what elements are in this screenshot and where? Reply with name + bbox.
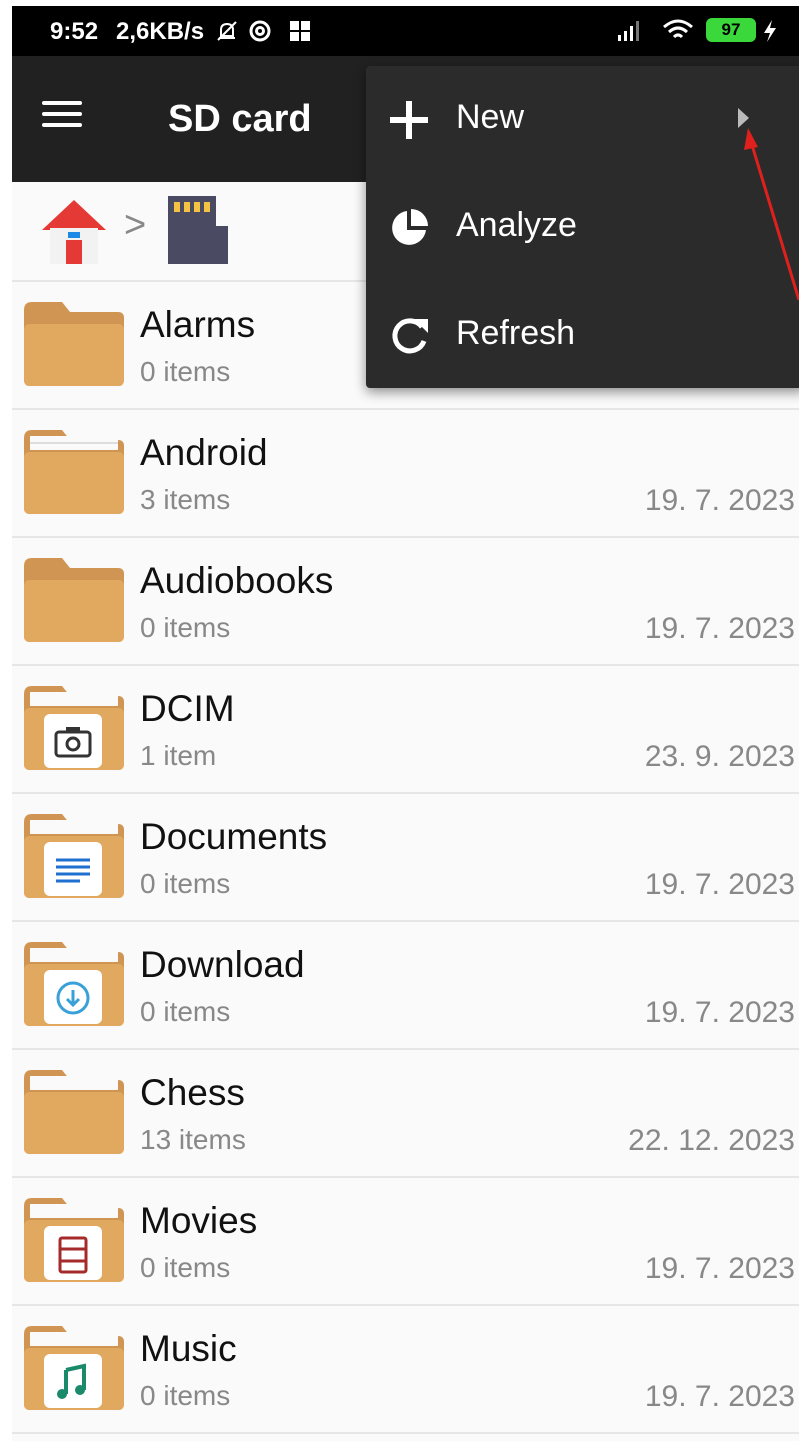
file-row[interactable]: Android 3 items 19. 7. 2023 bbox=[12, 410, 799, 538]
windows-icon bbox=[290, 21, 310, 41]
at-icon bbox=[249, 20, 271, 42]
menu-item-label: Analyze bbox=[456, 206, 577, 244]
file-item-count: 1 item bbox=[140, 740, 217, 771]
file-date: 22. 12. 2023 bbox=[628, 1124, 795, 1157]
menu-item-analyze[interactable]: Analyze bbox=[366, 174, 799, 280]
file-row[interactable]: Chess 13 items 22. 12. 2023 bbox=[12, 1050, 799, 1178]
file-name: Documents bbox=[140, 816, 328, 857]
file-item-count: 0 items bbox=[140, 1380, 231, 1411]
file-date: 19. 7. 2023 bbox=[644, 484, 795, 517]
file-item-count: 0 items bbox=[140, 996, 231, 1027]
file-item-count: 0 items bbox=[140, 1252, 231, 1283]
battery-icon: 97 bbox=[706, 18, 756, 42]
hamburger-menu-button[interactable] bbox=[42, 94, 86, 138]
menu-item-label: New bbox=[456, 98, 525, 136]
file-name: Chess bbox=[140, 1072, 245, 1113]
folder-icon bbox=[24, 686, 124, 770]
file-date: 19. 7. 2023 bbox=[644, 868, 795, 901]
phone-screen: 9:52 2,6KB/s 97 SD card > Alarms 0 items… bbox=[12, 6, 799, 1441]
file-row[interactable]: Music 0 items 19. 7. 2023 bbox=[12, 1306, 799, 1434]
file-name: Music bbox=[140, 1328, 237, 1369]
pie-chart-icon bbox=[392, 209, 428, 245]
menu-item-refresh[interactable]: Refresh bbox=[366, 282, 799, 388]
file-name: Download bbox=[140, 944, 305, 985]
menu-item-label: Refresh bbox=[456, 314, 576, 352]
breadcrumb-separator: > bbox=[124, 204, 147, 246]
file-name: DCIM bbox=[140, 688, 235, 729]
folder-icon bbox=[24, 1326, 124, 1410]
folder-icon bbox=[24, 1070, 124, 1154]
battery-level: 97 bbox=[721, 20, 741, 39]
file-date: 23. 9. 2023 bbox=[644, 740, 795, 773]
folder-icon bbox=[24, 942, 124, 1026]
status-bar: 9:52 2,6KB/s 97 bbox=[12, 6, 799, 56]
folder-icon bbox=[24, 430, 124, 514]
file-item-count: 0 items bbox=[140, 868, 231, 899]
file-item-count: 0 items bbox=[140, 356, 231, 387]
refresh-icon bbox=[392, 318, 428, 354]
file-item-count: 0 items bbox=[140, 612, 231, 643]
bell-off-icon bbox=[217, 21, 237, 41]
plus-icon bbox=[390, 101, 428, 139]
status-time: 9:52 bbox=[50, 18, 99, 45]
file-row[interactable]: Download 0 items 19. 7. 2023 bbox=[12, 922, 799, 1050]
file-item-count: 3 items bbox=[140, 484, 231, 515]
signal-icon bbox=[618, 21, 639, 41]
file-date: 19. 7. 2023 bbox=[644, 996, 795, 1029]
file-name: Audiobooks bbox=[140, 560, 334, 601]
folder-icon bbox=[24, 814, 124, 898]
folder-icon bbox=[24, 1198, 124, 1282]
file-row[interactable]: DCIM 1 item 23. 9. 2023 bbox=[12, 666, 799, 794]
file-date: 19. 7. 2023 bbox=[644, 1380, 795, 1413]
home-icon[interactable] bbox=[38, 196, 110, 268]
charging-icon bbox=[764, 20, 776, 42]
file-name: Movies bbox=[140, 1200, 258, 1241]
file-date: 19. 7. 2023 bbox=[644, 1252, 795, 1285]
file-row[interactable]: Documents 0 items 19. 7. 2023 bbox=[12, 794, 799, 922]
folder-icon bbox=[24, 558, 124, 642]
menu-item-new[interactable]: New bbox=[366, 66, 799, 172]
file-name: Alarms bbox=[140, 304, 256, 345]
file-item-count: 13 items bbox=[140, 1124, 246, 1155]
file-list: Alarms 0 items Android 3 items 19. 7. 20… bbox=[12, 282, 799, 1434]
file-date: 19. 7. 2023 bbox=[644, 612, 795, 645]
overflow-menu: New Analyze Refresh bbox=[366, 66, 799, 388]
folder-icon bbox=[24, 302, 124, 386]
sd-card-icon[interactable] bbox=[164, 192, 232, 268]
page-title: SD card bbox=[168, 98, 312, 140]
file-row[interactable]: Audiobooks 0 items 19. 7. 2023 bbox=[12, 538, 799, 666]
file-row[interactable]: Movies 0 items 19. 7. 2023 bbox=[12, 1178, 799, 1306]
wifi-icon bbox=[663, 19, 693, 39]
status-net-speed: 2,6KB/s bbox=[116, 18, 205, 45]
submenu-arrow-icon bbox=[738, 108, 749, 128]
file-name: Android bbox=[140, 432, 268, 473]
